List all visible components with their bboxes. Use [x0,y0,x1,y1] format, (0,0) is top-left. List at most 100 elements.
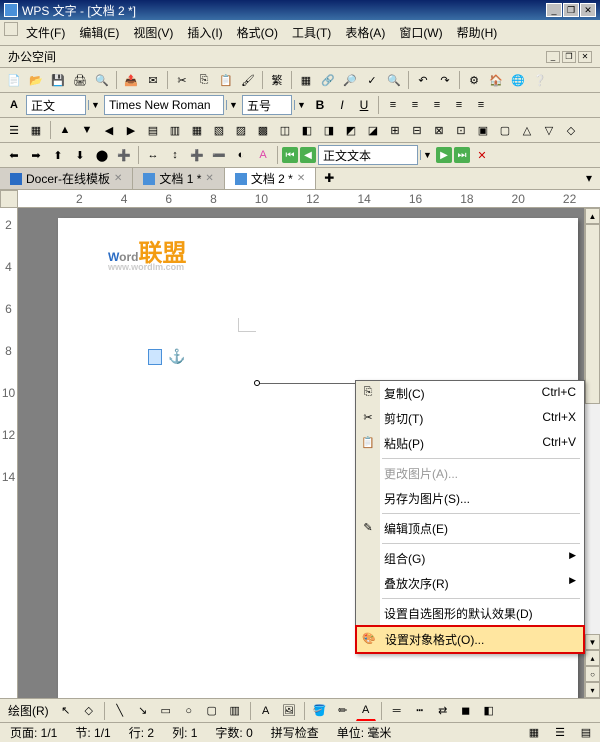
scroll-down-button[interactable]: ▼ [585,634,600,650]
nav-btn-4[interactable]: ⬇ [70,145,90,165]
btn-v[interactable]: △ [517,120,537,140]
btn-m[interactable]: ◨ [319,120,339,140]
format-painter-button[interactable]: 🖌 [238,70,258,90]
btn-g[interactable]: ▦ [187,120,207,140]
browse-object-button[interactable]: ○ [585,666,600,682]
oval-button[interactable]: ○ [179,701,199,721]
wordart-button[interactable]: A [256,701,276,721]
cut-button[interactable]: ✂ [172,70,192,90]
arrow-style-button[interactable]: ⇄ [433,701,453,721]
next-page-button[interactable]: ▾ [585,682,600,698]
insert-picture-button[interactable]: 🖼 [279,701,299,721]
align-distribute-button[interactable]: ≡ [471,95,491,115]
btn-j[interactable]: ▩ [253,120,273,140]
btn-q[interactable]: ⊟ [407,120,427,140]
web-button[interactable]: 🌐 [508,70,528,90]
bold-button[interactable]: B [310,95,330,115]
undo-button[interactable]: ↶ [413,70,433,90]
btn-s[interactable]: ⊡ [451,120,471,140]
tab-close-icon[interactable]: ✕ [205,173,213,184]
scroll-up-button[interactable]: ▲ [585,208,600,224]
home-button[interactable]: 🏠 [486,70,506,90]
autoshapes-button[interactable]: ◇ [79,701,99,721]
close-button[interactable]: ✕ [580,3,596,17]
minimize-button[interactable]: _ [546,3,562,17]
nav-btn-5[interactable]: ⬤ [92,145,112,165]
export-button[interactable]: 📤 [121,70,141,90]
nav-first-button[interactable]: ⏮ [282,147,298,163]
line-style-button[interactable]: ═ [387,701,407,721]
tab-add-button[interactable]: ✚ [316,168,342,189]
open-button[interactable]: 📂 [26,70,46,90]
dash-style-button[interactable]: ┅ [410,701,430,721]
nav-last-button[interactable]: ⏭ [454,147,470,163]
btn-n[interactable]: ◩ [341,120,361,140]
nav-btn-2[interactable]: ➡ [26,145,46,165]
ctx-save-as-pic[interactable]: 另存为图片(S)... [356,486,584,511]
prev-page-button[interactable]: ▴ [585,650,600,666]
format-style-button[interactable]: A [4,95,24,115]
btn-k[interactable]: ◫ [275,120,295,140]
copy-button[interactable]: ⎘ [194,70,214,90]
3d-button[interactable]: ◧ [479,701,499,721]
zoom-button[interactable]: 🔍 [384,70,404,90]
restore-button[interactable]: ❐ [563,3,579,17]
btn-i[interactable]: ▨ [231,120,251,140]
ruler-button[interactable]: ☰ [4,120,24,140]
ctx-group[interactable]: 组合(G)▶ [356,546,584,571]
nav-next-button[interactable]: ▶ [436,147,452,163]
convert-button[interactable]: 繁 [267,70,287,90]
insert-hyperlink-button[interactable]: 🔗 [318,70,338,90]
btn-a[interactable]: ▲ [55,120,75,140]
btn-c[interactable]: ◀ [99,120,119,140]
spell-button[interactable]: ✓ [362,70,382,90]
vertical-scrollbar[interactable]: ▲ ▼ ▴ ○ ▾ [584,208,600,698]
find-button[interactable]: 🔎 [340,70,360,90]
arrow-button[interactable]: ↘ [133,701,153,721]
nav-prev-button[interactable]: ◀ [300,147,316,163]
menu-format[interactable]: 格式(O) [231,22,284,43]
nav-btn-8[interactable]: ↕ [165,145,185,165]
nav-expand-button[interactable]: ➕ [187,145,207,165]
font-color-button[interactable]: A [356,701,376,721]
btn-r[interactable]: ⊠ [429,120,449,140]
nav-btn-3[interactable]: ⬆ [48,145,68,165]
nav-btn-1[interactable]: ⬅ [4,145,24,165]
align-right-button[interactable]: ≡ [427,95,447,115]
preview-button[interactable]: 🔍 [92,70,112,90]
menu-view[interactable]: 视图(V) [127,22,179,43]
rectangle-button[interactable]: ▭ [156,701,176,721]
outline-level-combo[interactable]: 正文文本 [318,145,418,165]
status-spell[interactable]: 拼写检查 [267,724,323,741]
btn-f[interactable]: ▥ [165,120,185,140]
btn-x[interactable]: ◇ [561,120,581,140]
tab-close-icon[interactable]: ✕ [114,173,122,184]
align-left-button[interactable]: ≡ [383,95,403,115]
underline-button[interactable]: U [354,95,374,115]
nav-btn-7[interactable]: ↔ [143,145,163,165]
menu-tools[interactable]: 工具(T) [286,22,337,43]
scroll-track[interactable] [585,224,600,634]
grid-button[interactable]: ▦ [26,120,46,140]
line-color-button[interactable]: ✏ [333,701,353,721]
insert-table-button[interactable]: ▦ [296,70,316,90]
system-menu-icon[interactable] [4,22,18,36]
style-combo[interactable]: 正文 [26,95,86,115]
tab-docer[interactable]: Docer-在线模板 ✕ [0,168,133,189]
status-unit[interactable]: 单位: 毫米 [333,724,396,741]
nav-btn-11[interactable]: ◐ [231,145,251,165]
ctx-cut[interactable]: ✂ 剪切(T)Ctrl+X [356,406,584,431]
ctx-copy[interactable]: ⎘ 复制(C)Ctrl+C [356,381,584,406]
office-button[interactable]: ⚙ [464,70,484,90]
vertical-textbox-button[interactable]: ▥ [225,701,245,721]
menu-file[interactable]: 文件(F) [20,22,71,43]
menu-window[interactable]: 窗口(W) [393,22,448,43]
menu-insert[interactable]: 插入(I) [181,22,228,43]
mdi-restore-button[interactable]: ❐ [562,51,576,63]
tab-doc2[interactable]: 文档 2 * ✕ [225,168,316,189]
italic-button[interactable]: I [332,95,352,115]
shape-handle-start[interactable] [254,380,260,386]
tab-list-button[interactable]: ▾ [578,168,600,189]
menu-table[interactable]: 表格(A) [339,22,391,43]
fill-color-button[interactable]: 🪣 [310,701,330,721]
